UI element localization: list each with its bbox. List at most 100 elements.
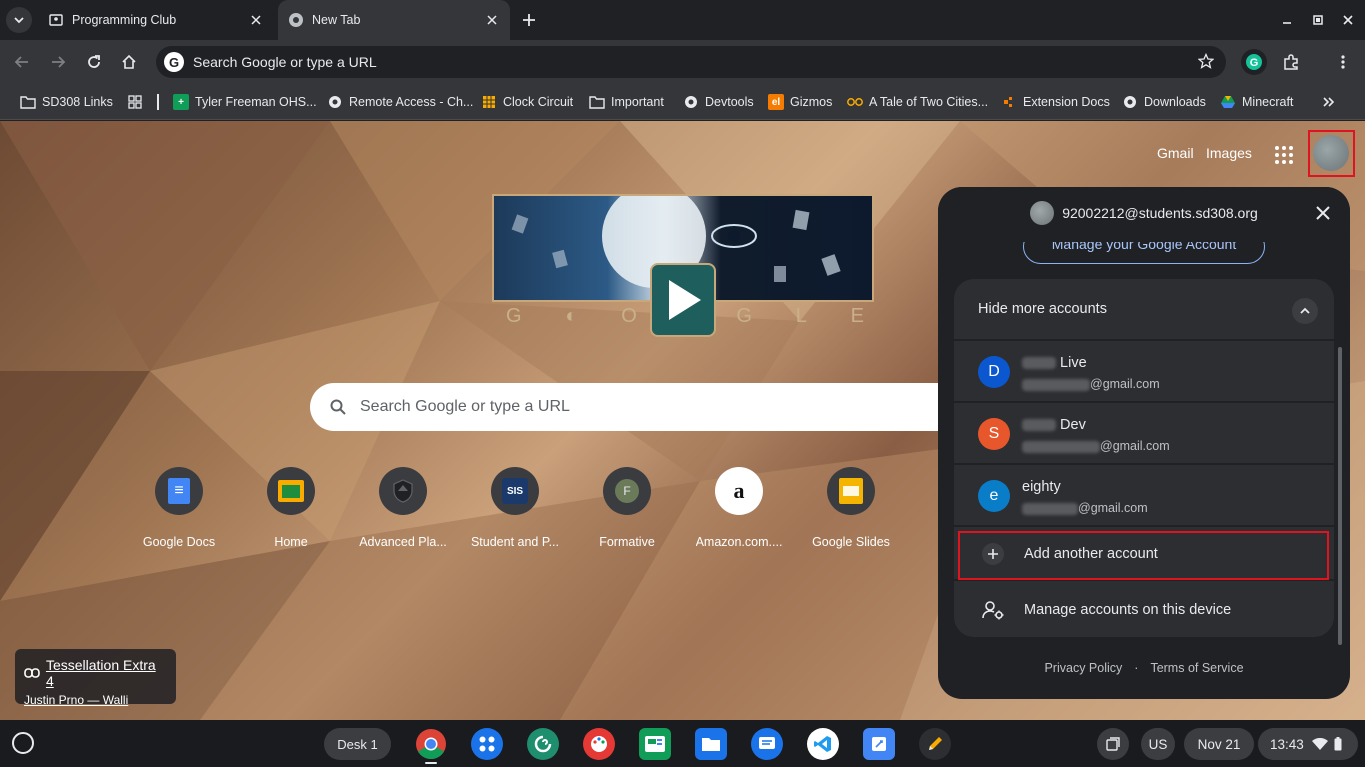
pencil-app[interactable] xyxy=(919,728,951,760)
chrome-app[interactable] xyxy=(415,728,447,760)
shortcut-home[interactable]: Home xyxy=(241,467,341,549)
shortcut-label: Google Slides xyxy=(812,535,890,549)
account-list-scrollbar[interactable] xyxy=(1338,347,1342,645)
canvas-app[interactable] xyxy=(583,728,615,760)
home-button[interactable] xyxy=(118,51,140,73)
attribution-title: Tessellation Extra 4 xyxy=(45,657,156,689)
launcher-button[interactable] xyxy=(12,732,34,754)
globe-icon xyxy=(1122,94,1138,110)
account-footer: Privacy Policy · Terms of Service xyxy=(938,661,1350,675)
shortcut-icon-circle: F xyxy=(603,467,651,515)
manage-accounts-on-device-button[interactable]: Manage accounts on this device xyxy=(954,583,1334,637)
gmail-link[interactable]: Gmail xyxy=(1157,145,1194,161)
google-doodle[interactable]: G◐O◑GLE xyxy=(478,179,888,339)
shortcut-formative[interactable]: F Formative xyxy=(577,467,677,549)
minimize-icon xyxy=(1283,22,1291,24)
bookmark-label: Clock Circuit xyxy=(503,95,574,109)
desk-button[interactable]: Desk 1 xyxy=(324,728,391,760)
tab-programming-club[interactable]: Programming Club xyxy=(38,6,274,34)
messages-app[interactable] xyxy=(751,728,783,760)
bookmark-downloads[interactable]: Downloads xyxy=(1122,92,1206,112)
toolbar: G Search Google or type a URL G xyxy=(0,40,1365,84)
screencast-app[interactable] xyxy=(863,728,895,760)
close-tab-icon[interactable] xyxy=(248,12,264,28)
bookmark-label: Downloads xyxy=(1144,95,1206,109)
close-window-button[interactable] xyxy=(1338,10,1358,30)
files-app[interactable] xyxy=(695,728,727,760)
shortcut-label: Amazon.com.... xyxy=(695,535,783,549)
messages-icon xyxy=(759,737,775,749)
forward-button[interactable] xyxy=(47,51,69,73)
extensions-button[interactable] xyxy=(1280,51,1302,73)
attribution-author-link[interactable]: Justin Prno — Walli xyxy=(24,693,167,707)
shortcut-student-and-parent[interactable]: SIS Student and P... xyxy=(465,467,565,549)
tab-new-tab[interactable]: New Tab xyxy=(278,0,510,40)
holding-space-icon xyxy=(1106,737,1120,751)
attribution-title-link[interactable]: Tessellation Extra 4 xyxy=(24,657,167,689)
bookmark-label: Gizmos xyxy=(790,95,833,109)
avatar-highlight-box xyxy=(1308,130,1355,177)
account-row-live[interactable]: D Live @gmail.com xyxy=(954,341,1334,403)
bookmark-gizmos[interactable]: el Gizmos xyxy=(768,92,832,112)
terms-of-service-link[interactable]: Terms of Service xyxy=(1150,661,1243,675)
bookmark-tyler-freeman[interactable]: + Tyler Freeman OHS... xyxy=(173,92,317,112)
vscode-icon xyxy=(814,736,831,752)
account-row-dev[interactable]: S Dev @gmail.com xyxy=(954,403,1334,465)
classroom-app[interactable] xyxy=(639,728,671,760)
tab-search-button[interactable] xyxy=(6,7,32,33)
address-bar[interactable]: G Search Google or type a URL xyxy=(156,46,1226,78)
new-tab-button[interactable] xyxy=(519,10,539,30)
minimize-button[interactable] xyxy=(1277,10,1297,30)
battery-icon xyxy=(1334,737,1342,751)
bookmark-tale-of-two-cities[interactable]: A Tale of Two Cities... xyxy=(847,92,988,112)
close-account-menu-button[interactable] xyxy=(1314,204,1332,222)
shortcut-google-docs[interactable]: ≡ Google Docs xyxy=(129,467,229,549)
close-icon xyxy=(1343,15,1353,25)
holding-space-button[interactable] xyxy=(1097,728,1129,760)
shortcut-advanced-placement[interactable]: Advanced Pla... xyxy=(353,467,453,549)
close-tab-icon[interactable] xyxy=(484,12,500,28)
ntp-search-box[interactable]: Search Google or type a URL xyxy=(310,383,970,431)
menu-button[interactable] xyxy=(1332,51,1354,73)
screencast-icon xyxy=(872,737,886,751)
maximize-button[interactable] xyxy=(1308,10,1328,30)
status-tray[interactable]: 13:43 xyxy=(1258,728,1358,760)
bookmark-apps[interactable] xyxy=(127,92,149,112)
date-tray[interactable]: Nov 21 xyxy=(1184,728,1254,760)
manage-accounts-label: Manage accounts on this device xyxy=(1024,602,1232,618)
images-link[interactable]: Images xyxy=(1206,145,1252,161)
tab-strip: Programming Club New Tab xyxy=(0,0,1365,40)
footer-separator: · xyxy=(1134,661,1139,675)
hide-more-accounts-toggle[interactable]: Hide more accounts xyxy=(954,279,1334,341)
bookmark-extension-docs[interactable]: Extension Docs xyxy=(1001,92,1110,112)
folder-icon xyxy=(702,738,720,751)
google-apps-icon[interactable] xyxy=(1272,143,1296,167)
doodle-play-button[interactable] xyxy=(650,263,716,337)
shortcut-label: Formative xyxy=(599,535,655,549)
vscode-app[interactable] xyxy=(807,728,839,760)
bookmark-important[interactable]: Important xyxy=(589,92,664,112)
grammarly-extension-button[interactable]: G xyxy=(1241,49,1267,75)
bookmarks-overflow-button[interactable] xyxy=(1322,92,1336,112)
bookmark-clock-circuit[interactable]: Clock Circuit xyxy=(481,92,573,112)
account-row-eighty[interactable]: e eighty @gmail.com xyxy=(954,465,1334,527)
bookmark-minecraft[interactable]: Minecraft xyxy=(1220,92,1293,112)
shortcut-icon-circle: a xyxy=(715,467,763,515)
classroom-icon xyxy=(645,736,665,752)
shortcut-google-slides[interactable]: Google Slides xyxy=(801,467,901,549)
bookmark-remote-access[interactable]: Remote Access - Ch... xyxy=(327,92,473,112)
sis-icon: SIS xyxy=(502,478,528,504)
bookmark-star-icon[interactable] xyxy=(1197,52,1215,74)
bookmark-sd308-links[interactable]: SD308 Links xyxy=(20,92,113,112)
back-button[interactable] xyxy=(11,51,33,73)
pear-deck-app[interactable] xyxy=(527,728,559,760)
bookmark-devtools[interactable]: Devtools xyxy=(683,92,754,112)
link-icon xyxy=(24,668,40,678)
app-launcher-app[interactable] xyxy=(471,728,503,760)
reload-button[interactable] xyxy=(83,51,105,73)
book-icon xyxy=(847,94,863,110)
shortcut-amazon[interactable]: a Amazon.com.... xyxy=(689,467,789,549)
ime-button[interactable]: US xyxy=(1141,728,1175,760)
amazon-icon: a xyxy=(733,478,745,503)
privacy-policy-link[interactable]: Privacy Policy xyxy=(1044,661,1122,675)
